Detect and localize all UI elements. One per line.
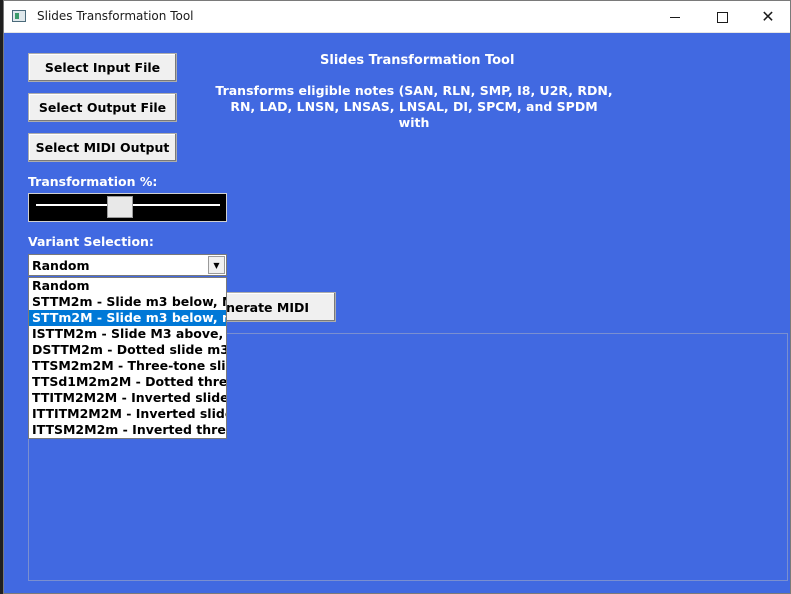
dropdown-arrow-icon[interactable]: ▼	[208, 256, 225, 274]
dropdown-option[interactable]: TTSd1M2m2M - Dotted three-to	[29, 374, 226, 390]
maximize-icon	[716, 11, 728, 23]
select-midi-output-button[interactable]: Select MIDI Output	[28, 133, 177, 162]
description-text: Transforms eligible notes (SAN, RLN, SMP…	[215, 83, 613, 130]
maximize-button[interactable]	[699, 1, 745, 33]
app-icon	[12, 10, 26, 22]
generate-midi-button[interactable]: Generate MIDI	[218, 292, 336, 322]
slider-thumb[interactable]	[107, 196, 134, 218]
transformation-label: Transformation %:	[28, 174, 158, 189]
dropdown-option-highlighted[interactable]: STTm2M - Slide m3 below, m2	[29, 310, 226, 326]
minimize-icon	[670, 16, 680, 18]
minimize-button[interactable]	[652, 1, 698, 33]
window-title: Slides Transformation Tool	[37, 9, 194, 23]
variant-selection-label: Variant Selection:	[28, 234, 154, 249]
dropdown-option[interactable]: ITTITM2M2M - Inverted slide M	[29, 406, 226, 422]
close-button[interactable]: ✕	[745, 1, 790, 33]
transformation-slider[interactable]	[28, 193, 227, 222]
dropdown-option[interactable]: ITTSM2M2m - Inverted three-to	[29, 422, 226, 438]
title-bar: Slides Transformation Tool ✕	[4, 1, 790, 33]
close-icon: ✕	[761, 7, 775, 26]
dropdown-option[interactable]: TTITM2M2M - Inverted slide M	[29, 390, 226, 406]
dropdown-option[interactable]: Random	[29, 278, 226, 294]
main-panel: Select Input File Select Output File Sel…	[4, 33, 790, 593]
select-output-file-button[interactable]: Select Output File	[28, 93, 177, 122]
variant-dropdown-list[interactable]: Random STTM2m - Slide m3 below, M2 STTm2…	[28, 277, 227, 439]
app-window: Slides Transformation Tool ✕ Select Inpu…	[3, 0, 791, 594]
select-input-file-button[interactable]: Select Input File	[28, 53, 177, 82]
page-heading: Slides Transformation Tool	[320, 53, 515, 68]
dropdown-option[interactable]: STTM2m - Slide m3 below, M2	[29, 294, 226, 310]
dropdown-option[interactable]: ISTTM2m - Slide M3 above, M2	[29, 326, 226, 342]
variant-combobox[interactable]: Random ▼	[28, 254, 227, 276]
combobox-value: Random	[32, 258, 90, 273]
dropdown-option[interactable]: TTSM2m2M - Three-tone slide	[29, 358, 226, 374]
dropdown-option[interactable]: DSTTM2m - Dotted slide m3 be	[29, 342, 226, 358]
